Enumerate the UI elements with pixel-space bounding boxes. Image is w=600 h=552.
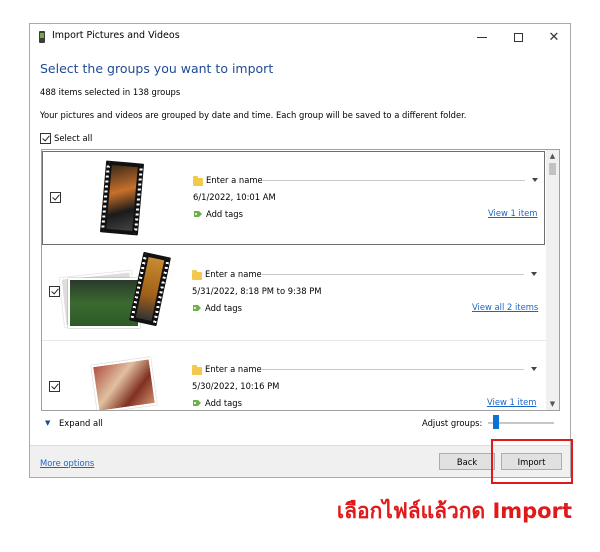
instruction-caption: เลือกไฟล์แล้วกด Import bbox=[336, 499, 572, 523]
expand-all-button[interactable]: Expand all bbox=[59, 418, 103, 428]
scroll-up-icon[interactable]: ▲ bbox=[546, 150, 559, 162]
group-checkbox[interactable] bbox=[49, 381, 60, 392]
group-name-input[interactable]: Enter a name bbox=[205, 364, 262, 374]
select-all-checkbox[interactable] bbox=[40, 133, 51, 144]
minimize-button[interactable] bbox=[464, 24, 500, 50]
group-thumbnail bbox=[58, 251, 171, 334]
scroll-thumb[interactable] bbox=[549, 163, 556, 175]
window-title: Import Pictures and Videos bbox=[52, 30, 180, 41]
name-underline bbox=[262, 274, 524, 275]
folder-icon bbox=[193, 176, 203, 186]
group-checkbox[interactable] bbox=[50, 192, 61, 203]
app-icon bbox=[39, 31, 45, 43]
add-tags-link[interactable]: Add tags bbox=[205, 303, 242, 313]
back-button[interactable]: Back bbox=[439, 453, 495, 470]
vertical-scrollbar[interactable]: ▲ ▼ bbox=[546, 150, 559, 410]
group-date: 5/31/2022, 8:18 PM to 9:38 PM bbox=[192, 286, 322, 296]
group-thumbnail bbox=[99, 160, 145, 236]
folder-icon bbox=[192, 270, 202, 280]
add-tags-link[interactable]: Add tags bbox=[205, 398, 242, 408]
scroll-down-icon[interactable]: ▼ bbox=[546, 398, 559, 410]
items-count: 488 items selected in 138 groups bbox=[40, 87, 181, 97]
group-row[interactable]: Enter a name 5/30/2022, 10:16 PM Add tag… bbox=[42, 341, 546, 410]
view-items-link[interactable]: View all 2 items bbox=[472, 302, 538, 312]
maximize-icon bbox=[513, 32, 523, 42]
grouping-description: Your pictures and videos are grouped by … bbox=[40, 110, 467, 120]
name-underline bbox=[262, 369, 524, 370]
group-date: 5/30/2022, 10:16 PM bbox=[192, 381, 280, 391]
group-name-input[interactable]: Enter a name bbox=[205, 269, 262, 279]
group-thumbnail bbox=[90, 357, 158, 410]
page-title: Select the groups you want to import bbox=[40, 61, 274, 76]
select-all-label[interactable]: Select all bbox=[54, 133, 92, 143]
tag-icon bbox=[193, 400, 201, 406]
group-name-input[interactable]: Enter a name bbox=[206, 175, 263, 185]
group-row[interactable]: Enter a name 6/1/2022, 10:01 AM Add tags… bbox=[42, 151, 545, 245]
maximize-button[interactable] bbox=[500, 24, 536, 50]
chevron-down-icon[interactable] bbox=[532, 178, 538, 182]
add-tags-link[interactable]: Add tags bbox=[206, 209, 243, 219]
slider-thumb[interactable] bbox=[493, 415, 499, 429]
close-icon: ✕ bbox=[548, 29, 560, 45]
group-date: 6/1/2022, 10:01 AM bbox=[193, 192, 276, 202]
title-bar: Import Pictures and Videos ✕ bbox=[30, 24, 570, 50]
more-options-link[interactable]: More options bbox=[40, 458, 94, 468]
group-row[interactable]: Enter a name 5/31/2022, 8:18 PM to 9:38 … bbox=[42, 246, 546, 341]
folder-icon bbox=[192, 365, 202, 375]
chevron-down-icon[interactable]: ▼ bbox=[45, 419, 50, 427]
view-items-link[interactable]: View 1 item bbox=[487, 397, 536, 407]
tag-icon bbox=[194, 211, 202, 217]
adjust-groups-label: Adjust groups: bbox=[422, 418, 483, 428]
group-list: Enter a name 6/1/2022, 10:01 AM Add tags… bbox=[41, 149, 560, 411]
chevron-down-icon[interactable] bbox=[531, 272, 537, 276]
tag-icon bbox=[193, 305, 201, 311]
import-button[interactable]: Import bbox=[501, 453, 562, 470]
import-dialog: Import Pictures and Videos ✕ Select the … bbox=[29, 23, 571, 478]
dialog-footer: More options Back Import bbox=[30, 445, 570, 477]
name-underline bbox=[263, 180, 525, 181]
chevron-down-icon[interactable] bbox=[531, 367, 537, 371]
close-button[interactable]: ✕ bbox=[536, 24, 570, 50]
view-items-link[interactable]: View 1 item bbox=[488, 208, 537, 218]
minimize-icon bbox=[477, 36, 487, 38]
